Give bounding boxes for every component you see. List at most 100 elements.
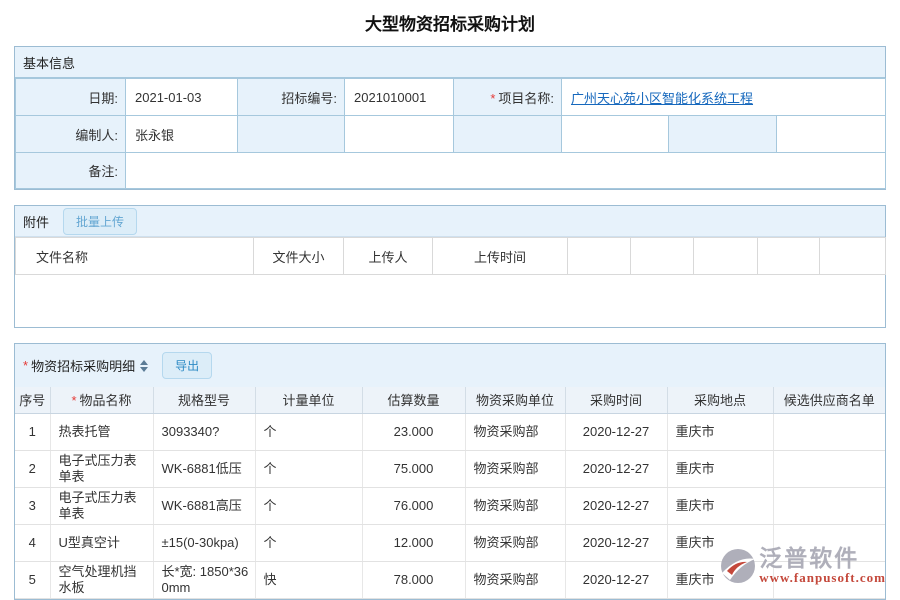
attachments-title: 附件: [23, 212, 49, 231]
basic-info-section: 基本信息 日期: 2021-01-03 招标编号: 2021010001 *项目…: [14, 46, 886, 190]
table-cell: 5: [15, 561, 50, 598]
empty-label-cell: [238, 116, 345, 153]
col-file-size: 文件大小: [254, 238, 344, 275]
date-label: 日期:: [16, 79, 126, 116]
bid-no-value: 2021010001: [345, 79, 454, 116]
attachments-header: 附件 批量上传: [15, 206, 885, 237]
col-upload-time: 上传时间: [433, 238, 568, 275]
table-cell: 12.000: [362, 524, 465, 561]
table-row: 3电子式压力表单表WK-6881高压个76.000物资采购部2020-12-27…: [15, 487, 885, 524]
batch-upload-button[interactable]: 批量上传: [63, 208, 137, 235]
empty-label-cell: [669, 116, 777, 153]
table-cell: 重庆市: [667, 413, 773, 450]
empty-value-cell: [562, 116, 669, 153]
table-cell: 个: [255, 524, 362, 561]
empty-label-cell: [454, 116, 562, 153]
sort-asc-icon: [140, 360, 148, 365]
detail-title: 物资招标采购明细: [31, 356, 135, 375]
table-cell: 2020-12-27: [565, 413, 667, 450]
table-cell: 个: [255, 487, 362, 524]
empty-value-cell: [777, 116, 886, 153]
detail-header-row: 序号 *物品名称 规格型号 计量单位 估算数量 物资采购单位 采购时间 采购地点…: [15, 387, 885, 413]
table-cell: 个: [255, 413, 362, 450]
attachments-header-row: 文件名称 文件大小 上传人 上传时间: [16, 238, 886, 275]
remark-label: 备注:: [16, 153, 126, 189]
table-cell: 热表托管: [50, 413, 153, 450]
col-empty: [758, 238, 820, 275]
col-empty: [631, 238, 694, 275]
detail-table: 序号 *物品名称 规格型号 计量单位 估算数量 物资采购单位 采购时间 采购地点…: [15, 387, 885, 599]
table-cell: ±15(0-30kpa): [153, 524, 255, 561]
table-cell: 空气处理机挡水板: [50, 561, 153, 598]
project-name-link[interactable]: 广州天心苑小区智能化系统工程: [571, 91, 753, 106]
table-cell: [773, 450, 885, 487]
table-cell: [773, 524, 885, 561]
table-cell: 3: [15, 487, 50, 524]
table-row: 1热表托管3093340?个23.000物资采购部2020-12-27重庆市: [15, 413, 885, 450]
basic-info-row-2: 编制人: 张永银: [16, 116, 886, 153]
basic-info-table: 日期: 2021-01-03 招标编号: 2021010001 *项目名称: 广…: [15, 78, 886, 189]
table-row: 4U型真空计±15(0-30kpa)个12.000物资采购部2020-12-27…: [15, 524, 885, 561]
col-item-name: *物品名称: [50, 387, 153, 413]
table-cell: 76.000: [362, 487, 465, 524]
project-name-label: *项目名称:: [454, 79, 562, 116]
table-cell: [773, 561, 885, 598]
table-cell: [773, 487, 885, 524]
compiler-label: 编制人:: [16, 116, 126, 153]
col-candidate-suppliers: 候选供应商名单: [773, 387, 885, 413]
required-asterisk: *: [23, 358, 28, 373]
table-cell: WK-6881低压: [153, 450, 255, 487]
required-asterisk: *: [71, 393, 76, 408]
col-procurement-place: 采购地点: [667, 387, 773, 413]
table-cell: 电子式压力表单表: [50, 487, 153, 524]
table-cell: 物资采购部: [465, 450, 565, 487]
date-value: 2021-01-03: [126, 79, 238, 116]
detail-header: * 物资招标采购明细 导出: [15, 344, 885, 387]
col-spec-model: 规格型号: [153, 387, 255, 413]
bid-no-label: 招标编号:: [238, 79, 345, 116]
attachments-empty-area: [15, 275, 885, 327]
basic-info-header: 基本信息: [15, 47, 885, 78]
table-cell: 重庆市: [667, 561, 773, 598]
table-cell: 75.000: [362, 450, 465, 487]
table-cell: 重庆市: [667, 487, 773, 524]
sort-icon[interactable]: [140, 360, 148, 372]
table-row: 5空气处理机挡水板长*宽: 1850*360mm快78.000物资采购部2020…: [15, 561, 885, 598]
basic-info-title: 基本信息: [23, 53, 75, 72]
table-cell: 3093340?: [153, 413, 255, 450]
table-cell: 2020-12-27: [565, 524, 667, 561]
col-estimated-qty: 估算数量: [362, 387, 465, 413]
col-seq: 序号: [15, 387, 50, 413]
table-cell: 物资采购部: [465, 524, 565, 561]
table-cell: U型真空计: [50, 524, 153, 561]
table-cell: 2: [15, 450, 50, 487]
table-cell: 物资采购部: [465, 413, 565, 450]
col-empty: [820, 238, 886, 275]
table-cell: 长*宽: 1850*360mm: [153, 561, 255, 598]
table-cell: 快: [255, 561, 362, 598]
attachments-section: 附件 批量上传 文件名称 文件大小 上传人 上传时间: [14, 205, 886, 328]
table-cell: WK-6881高压: [153, 487, 255, 524]
col-procurement-time: 采购时间: [565, 387, 667, 413]
export-button[interactable]: 导出: [162, 352, 212, 379]
table-cell: 1: [15, 413, 50, 450]
basic-info-row-1: 日期: 2021-01-03 招标编号: 2021010001 *项目名称: 广…: [16, 79, 886, 116]
table-cell: 重庆市: [667, 524, 773, 561]
attachments-table: 文件名称 文件大小 上传人 上传时间: [15, 237, 886, 275]
required-asterisk: *: [490, 91, 495, 106]
col-procurement-unit: 物资采购单位: [465, 387, 565, 413]
table-cell: 2020-12-27: [565, 487, 667, 524]
col-file-name: 文件名称: [16, 238, 254, 275]
table-cell: 23.000: [362, 413, 465, 450]
project-name-cell: 广州天心苑小区智能化系统工程: [562, 79, 886, 116]
table-cell: 重庆市: [667, 450, 773, 487]
table-cell: 物资采购部: [465, 487, 565, 524]
compiler-value: 张永银: [126, 116, 238, 153]
table-cell: [773, 413, 885, 450]
table-cell: 物资采购部: [465, 561, 565, 598]
detail-table-body: 1热表托管3093340?个23.000物资采购部2020-12-27重庆市2电…: [15, 413, 885, 598]
detail-section: * 物资招标采购明细 导出 序号 *物品名称 规格型号 计量单位 估算数量 物资…: [14, 343, 886, 600]
table-row: 2电子式压力表单表WK-6881低压个75.000物资采购部2020-12-27…: [15, 450, 885, 487]
table-cell: 电子式压力表单表: [50, 450, 153, 487]
col-empty: [694, 238, 758, 275]
